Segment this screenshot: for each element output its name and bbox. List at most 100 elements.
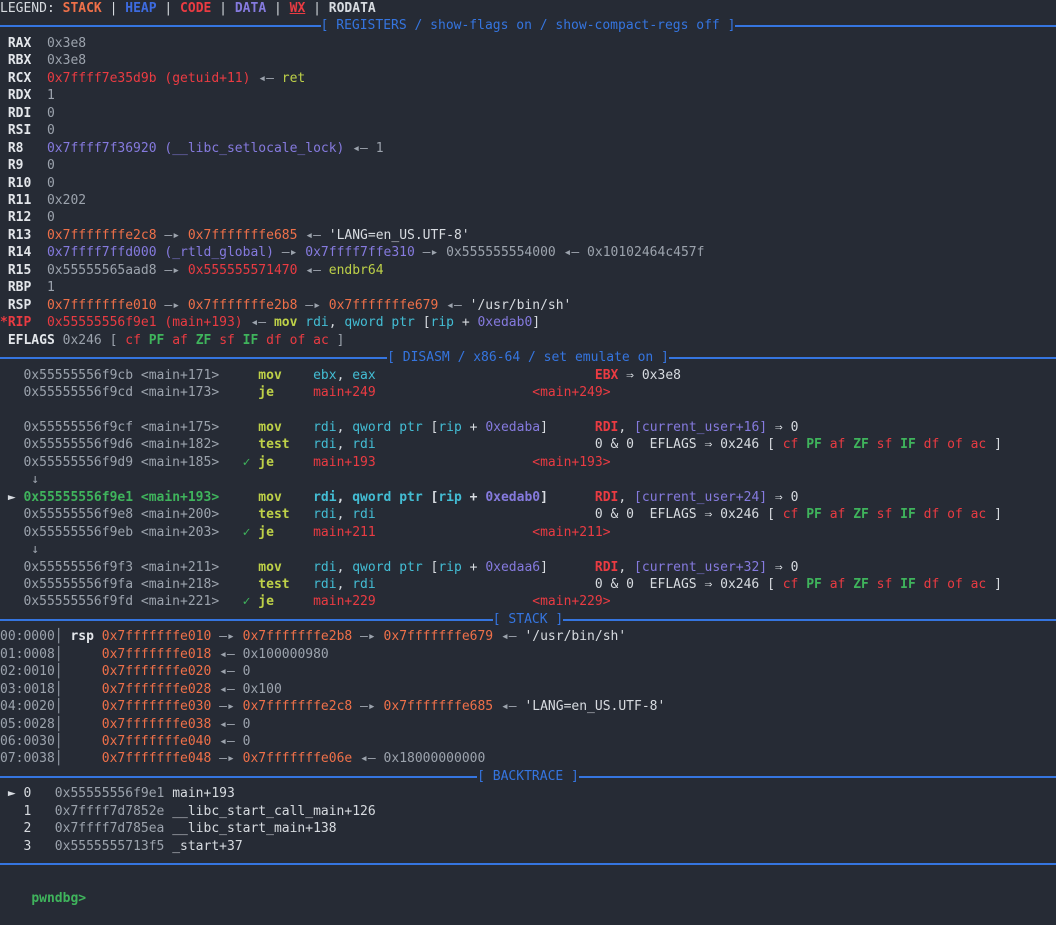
text-segment: PF	[806, 437, 829, 452]
text-segment: ◂—	[211, 647, 242, 662]
text-segment: main+193	[164, 786, 234, 801]
terminal-line: ↓	[0, 471, 1056, 488]
text-segment: [current_user+32]	[634, 560, 767, 575]
text-segment: <main+193>	[532, 455, 610, 470]
terminal-line: 00:0000│ rsp 0x7fffffffe010 —▸ 0x7ffffff…	[0, 628, 1056, 645]
text-segment	[290, 577, 313, 592]
bottom-separator	[0, 855, 1056, 872]
text-segment: —▸	[274, 245, 305, 260]
text-segment: df	[924, 577, 947, 592]
text-segment: RDI	[595, 490, 618, 505]
text-segment	[282, 420, 313, 435]
text-segment	[274, 455, 313, 470]
text-segment: 0xedaa6	[485, 560, 540, 575]
text-segment: 0x55555556f9eb <main+203>	[0, 525, 219, 540]
text-segment: R9	[0, 158, 47, 173]
text-segment	[219, 437, 258, 452]
text-segment: R8	[0, 141, 47, 156]
text-segment	[219, 577, 258, 592]
text-segment: main+193	[313, 455, 376, 470]
text-segment: rdi	[313, 577, 336, 592]
text-segment: 0x7ffff7d7852e	[55, 804, 165, 819]
text-segment: 0x55555556f9cb <main+171>	[0, 368, 219, 383]
terminal-line: *RIP 0x55555556f9e1 (main+193) ◂— mov rd…	[0, 314, 1056, 331]
text-segment: │	[55, 682, 102, 697]
text-segment: rip	[438, 420, 461, 435]
text-segment: ]	[329, 333, 345, 348]
text-segment: ◂—	[344, 141, 375, 156]
text-segment: of	[947, 577, 970, 592]
text-segment: <main+249>	[532, 385, 610, 400]
text-segment: R11	[0, 193, 47, 208]
terminal-line: RDX 1	[0, 87, 1056, 104]
text-segment: ,	[337, 507, 353, 522]
text-segment	[219, 385, 258, 400]
text-segment: of	[947, 507, 970, 522]
text-segment: 0x55555556f9fd <main+221>	[0, 594, 219, 609]
text-segment: │	[55, 699, 102, 714]
text-segment: 0x18000000000	[384, 751, 486, 766]
registers-panel: RAX 0x3e8 RBX 0x3e8 RCX 0x7ffff7e35d9b (…	[0, 35, 1056, 349]
text-segment: cf	[125, 333, 148, 348]
text-segment: RODATA	[329, 1, 376, 16]
text-segment: 03:0018	[0, 682, 55, 697]
terminal-line: ↓	[0, 541, 1056, 558]
text-segment: ret	[282, 71, 305, 86]
text-segment	[282, 368, 313, 383]
terminal-line: 1 0x7ffff7d7852e __libc_start_call_main+…	[0, 803, 1056, 820]
text-segment: STACK	[63, 1, 102, 16]
text-segment: af	[830, 577, 853, 592]
text-segment: —▸	[415, 245, 446, 260]
text-segment: 'LANG=en_US.UTF-8'	[524, 699, 665, 714]
text-segment: 0 & 0	[595, 437, 634, 452]
text-segment: df	[924, 437, 947, 452]
text-segment: ac	[971, 577, 987, 592]
text-segment: 0x7fffffffe040	[102, 734, 212, 749]
text-segment: rip	[431, 315, 454, 330]
text-segment: 04:0020	[0, 699, 55, 714]
text-segment: 0xedaba	[485, 420, 540, 435]
text-segment: |	[211, 1, 234, 16]
text-segment: │	[55, 664, 102, 679]
text-segment: rdi	[313, 490, 336, 505]
text-segment: ,	[337, 420, 353, 435]
text-segment: sf	[877, 577, 900, 592]
text-segment: ,	[337, 577, 353, 592]
text-segment: PF	[806, 577, 829, 592]
text-segment: ◂—	[556, 245, 587, 260]
text-segment: 0	[47, 176, 55, 191]
text-segment: 0x7fffffffe018	[102, 647, 212, 662]
disasm-section-title: [ DISASM / x86-64 / set emulate on ]	[387, 349, 669, 366]
text-segment: rdi	[352, 577, 375, 592]
text-segment	[376, 577, 595, 592]
text-segment: 0x100000980	[243, 647, 329, 662]
text-segment: |	[266, 1, 289, 16]
text-segment: main+229	[313, 594, 376, 609]
prompt-line[interactable]: pwndbg>	[0, 873, 1056, 890]
text-segment: R10	[0, 176, 47, 191]
text-segment	[219, 490, 258, 505]
text-segment: af	[172, 333, 195, 348]
text-segment: 0 & 0	[595, 507, 634, 522]
text-segment: 0x55555556f9e1	[55, 786, 165, 801]
text-segment: WX	[290, 1, 306, 16]
text-segment: R13	[0, 228, 47, 243]
text-segment: |	[305, 1, 328, 16]
text-segment: mov	[258, 420, 281, 435]
text-segment: 1	[47, 280, 55, 295]
text-segment: 0x10102464c457f	[587, 245, 704, 260]
text-segment: 0x3e8	[47, 36, 86, 51]
text-segment: +	[462, 560, 485, 575]
text-segment: ,	[337, 560, 353, 575]
text-segment: ,	[337, 490, 353, 505]
text-segment: 1	[47, 88, 55, 103]
text-segment: 0x7ffff7ffd000 (_rtld_global)	[47, 245, 274, 260]
text-segment: 0x55555556f9cf <main+175>	[0, 420, 219, 435]
text-segment: +	[462, 490, 485, 505]
text-segment: af	[830, 507, 853, 522]
text-segment: ,	[618, 490, 634, 505]
text-segment: ↓	[0, 472, 39, 487]
text-segment: ✓	[243, 525, 259, 540]
text-segment: af	[830, 437, 853, 452]
text-segment: sf	[877, 437, 900, 452]
